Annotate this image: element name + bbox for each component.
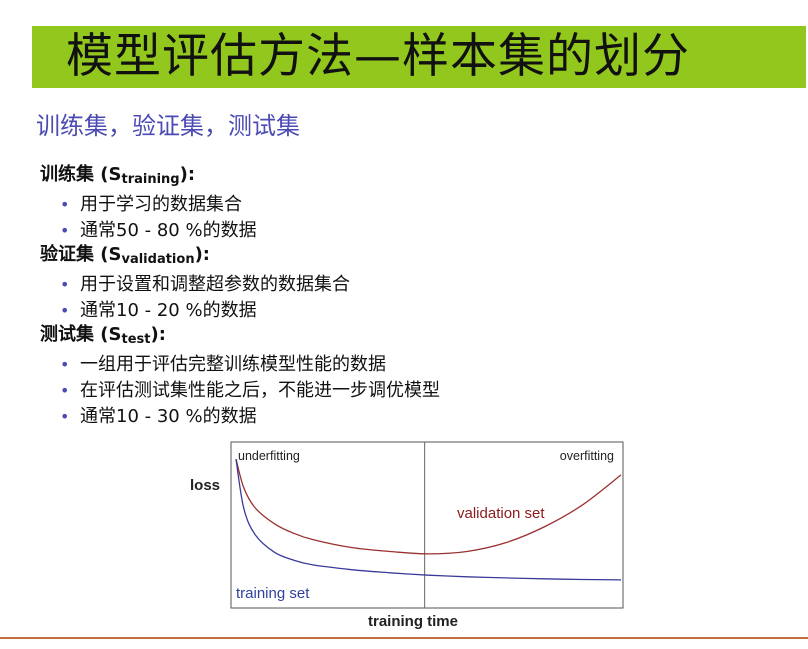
heading-symbol: S — [108, 164, 122, 185]
bullet-icon: • — [60, 355, 70, 374]
section-heading: 测试集 (Stest): — [40, 324, 166, 347]
section-test: 测试集 (Stest): • 一组用于评估完整训练模型性能的数据 • 在评估测试集性… — [40, 323, 440, 430]
slide-title: 模型评估方法—样本集的划分 — [66, 29, 690, 84]
section-validation: 验证集 (Svalidation): • 用于设置和调整超参数的数据集合 • 通常1… — [40, 243, 350, 324]
heading-symbol: S — [108, 324, 122, 345]
section-training: 训练集 (Straining): • 用于学习的数据集合 • 通常50 - 80 %… — [40, 163, 257, 244]
list-item: • 用于设置和调整超参数的数据集合 — [40, 272, 350, 298]
bullet-icon: • — [60, 221, 70, 240]
bullet-list: • 一组用于评估完整训练模型性能的数据 • 在评估测试集性能之后，不能进一步调优模型… — [40, 352, 440, 430]
list-item-text: 通常10 - 30 %的数据 — [80, 406, 257, 427]
list-item: • 一组用于评估完整训练模型性能的数据 — [40, 352, 440, 378]
heading-text: 测试集 — [40, 324, 94, 345]
list-item: • 在评估测试集性能之后，不能进一步调优模型 — [40, 378, 440, 404]
bullet-icon: • — [60, 381, 70, 400]
bullet-icon: • — [60, 301, 70, 320]
section-heading: 训练集 (Straining): — [40, 164, 196, 187]
heading-subscript: test — [121, 332, 151, 347]
list-item-text: 通常50 - 80 %的数据 — [80, 220, 257, 241]
series-label-validation: validation set — [457, 505, 545, 522]
list-item: • 通常50 - 80 %的数据 — [40, 218, 257, 244]
y-axis-label: loss — [190, 477, 220, 494]
series-validation-line — [235, 458, 622, 555]
bullet-list: • 用于设置和调整超参数的数据集合 • 通常10 - 20 %的数据 — [40, 272, 350, 324]
series-training-line — [235, 458, 622, 581]
heading-text: 验证集 — [40, 244, 94, 265]
slide-subtitle: 训练集，验证集，测试集 — [36, 112, 300, 140]
heading-text: 训练集 — [40, 164, 94, 185]
bullet-icon: • — [60, 195, 70, 214]
list-item-text: 一组用于评估完整训练模型性能的数据 — [80, 354, 386, 375]
bullet-icon: • — [60, 275, 70, 294]
series-label-training: training set — [236, 585, 310, 602]
heading-subscript: validation — [121, 252, 195, 267]
plot-frame — [230, 441, 624, 609]
heading-symbol: S — [108, 244, 122, 265]
list-item-text: 用于设置和调整超参数的数据集合 — [80, 274, 350, 295]
bullet-icon: • — [60, 407, 70, 426]
annotation-overfitting: overfitting — [560, 449, 614, 463]
section-heading: 验证集 (Svalidation): — [40, 244, 211, 267]
list-item-text: 用于学习的数据集合 — [80, 194, 242, 215]
heading-subscript: training — [121, 172, 180, 187]
bottom-divider — [0, 637, 808, 639]
bullet-list: • 用于学习的数据集合 • 通常50 - 80 %的数据 — [40, 192, 257, 244]
list-item-text: 通常10 - 20 %的数据 — [80, 300, 257, 321]
list-item-text: 在评估测试集性能之后，不能进一步调优模型 — [80, 380, 440, 401]
list-item: • 通常10 - 20 %的数据 — [40, 298, 350, 324]
list-item: • 用于学习的数据集合 — [40, 192, 257, 218]
list-item: • 通常10 - 30 %的数据 — [40, 404, 440, 430]
annotation-underfitting: underfitting — [238, 449, 300, 463]
x-axis-label: training time — [368, 613, 458, 630]
